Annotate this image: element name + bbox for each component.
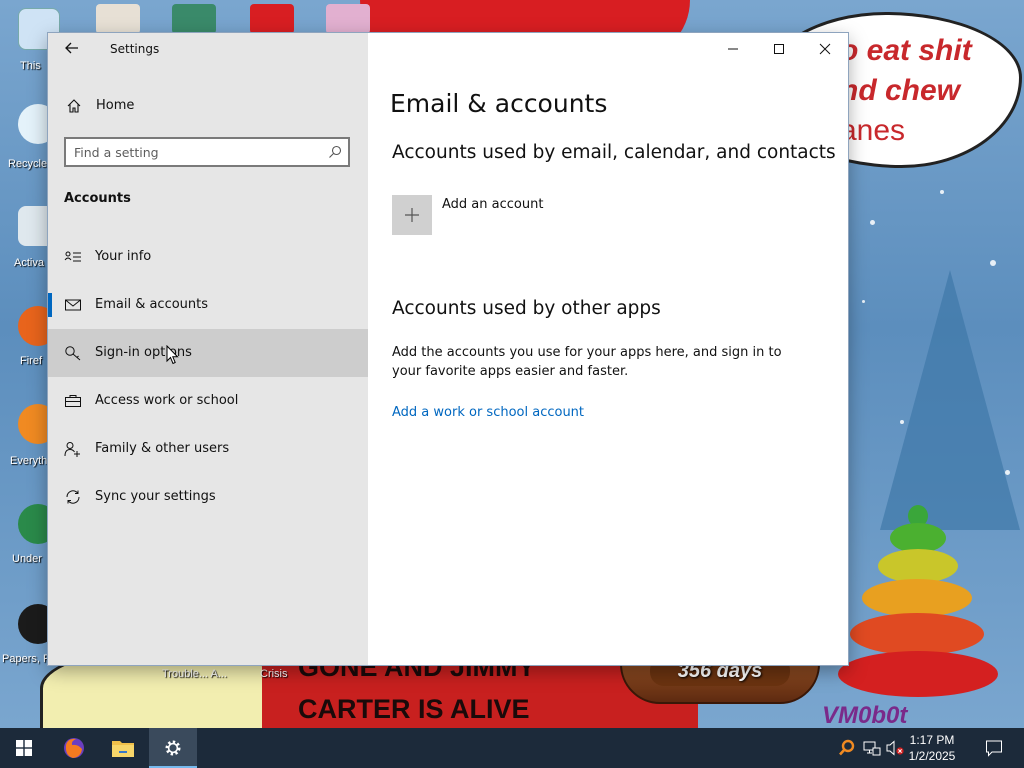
sidebar-item-email-accounts[interactable]: Email & accounts bbox=[48, 281, 368, 329]
other-apps-description: Add the accounts you use for your apps h… bbox=[392, 345, 782, 379]
watermark-text: VM0b0t bbox=[822, 702, 908, 728]
home-icon bbox=[67, 99, 81, 113]
navigation-pane: Settings Home Accounts Your info bbox=[48, 33, 368, 665]
sidebar-item-label: Email & accounts bbox=[95, 297, 209, 312]
windows-logo-icon bbox=[16, 740, 32, 756]
nav-home[interactable]: Home bbox=[48, 89, 368, 123]
sync-icon bbox=[66, 490, 80, 504]
network-icon[interactable] bbox=[863, 740, 881, 756]
sidebar-item-family-users[interactable]: Family & other users bbox=[48, 425, 368, 473]
firefox-icon bbox=[64, 738, 84, 758]
key-icon bbox=[65, 346, 81, 361]
search-box[interactable] bbox=[64, 137, 350, 167]
content-pane: Email & accounts Accounts used by email,… bbox=[368, 33, 848, 665]
desktop-shortcut-icon[interactable] bbox=[172, 4, 216, 34]
sidebar-item-your-info[interactable]: Your info bbox=[48, 233, 368, 281]
action-center-button[interactable] bbox=[970, 728, 1018, 768]
section-label-accounts: Accounts bbox=[64, 191, 131, 206]
add-account-button[interactable] bbox=[392, 195, 432, 235]
sidebar-item-label: Your info bbox=[95, 249, 152, 264]
snowflake bbox=[870, 220, 875, 225]
desktop-icon-label: Firef bbox=[20, 355, 42, 367]
speech-line-2: nd chew bbox=[840, 74, 961, 107]
sidebar-item-access-work-school[interactable]: Access work or school bbox=[48, 377, 368, 425]
desktop-shortcut-icon[interactable] bbox=[326, 4, 370, 34]
snowflake bbox=[940, 190, 944, 194]
taskbar-file-explorer[interactable] bbox=[99, 728, 147, 768]
sidebar-item-label: Family & other users bbox=[95, 441, 230, 456]
search-icon[interactable] bbox=[328, 145, 342, 159]
taskbar-settings[interactable] bbox=[149, 728, 197, 768]
sidebar-item-sync-settings[interactable]: Sync your settings bbox=[48, 473, 368, 521]
snowflake bbox=[862, 300, 865, 303]
speech-line-3: anes bbox=[840, 114, 906, 147]
banner-line-2: CARTER IS ALIVE bbox=[298, 694, 530, 724]
speech-line-1: o eat shit bbox=[840, 34, 972, 67]
contact-card-icon bbox=[64, 251, 81, 262]
nav-home-label: Home bbox=[96, 98, 135, 113]
taskbar-firefox[interactable] bbox=[50, 728, 98, 768]
back-button[interactable] bbox=[60, 38, 84, 58]
desktop-icon-label: Trouble... A... bbox=[162, 668, 228, 680]
start-button[interactable] bbox=[0, 728, 48, 768]
section-heading-other-apps: Accounts used by other apps bbox=[392, 298, 661, 319]
mail-icon bbox=[65, 299, 81, 311]
notification-icon bbox=[986, 740, 1002, 757]
clock-time: 1:17 PM bbox=[909, 733, 955, 747]
wallpaper-pine-tree bbox=[880, 270, 1020, 530]
christmas-tree-icon bbox=[838, 505, 998, 705]
desktop-shortcut-icon[interactable] bbox=[96, 4, 140, 34]
add-work-school-link[interactable]: Add a work or school account bbox=[392, 405, 584, 420]
add-account-label[interactable]: Add an account bbox=[442, 197, 543, 212]
desktop-icon-label: This bbox=[20, 60, 41, 72]
desktop-shortcut-icon[interactable] bbox=[250, 4, 294, 34]
desktop-icon-label: Recycle bbox=[8, 158, 48, 170]
snowflake bbox=[1005, 470, 1010, 475]
desktop-icon-label: Crisis bbox=[260, 668, 288, 680]
window-title: Settings bbox=[110, 42, 160, 56]
sidebar-item-label: Sync your settings bbox=[95, 489, 216, 504]
mouse-cursor-icon bbox=[166, 345, 179, 365]
desktop-icon-label: Everyth bbox=[10, 455, 48, 467]
everything-tray-icon[interactable] bbox=[838, 739, 856, 757]
desktop-icon-label: Activa bbox=[14, 257, 44, 269]
sidebar-item-label: Access work or school bbox=[95, 393, 239, 408]
gear-icon bbox=[165, 740, 181, 756]
plus-icon bbox=[405, 208, 419, 222]
desktop-icon-label: Under bbox=[12, 553, 42, 565]
folder-icon bbox=[112, 741, 134, 757]
sidebar-item-sign-in-options[interactable]: Sign-in options bbox=[48, 329, 368, 377]
search-input[interactable] bbox=[74, 143, 314, 161]
taskbar: 1:17 PM 1/2/2025 bbox=[0, 728, 1024, 768]
taskbar-clock[interactable]: 1:17 PM 1/2/2025 bbox=[900, 732, 964, 764]
clock-date: 1/2/2025 bbox=[908, 749, 956, 763]
person-add-icon bbox=[64, 442, 80, 457]
back-arrow-icon bbox=[65, 42, 78, 54]
snowflake bbox=[900, 420, 904, 424]
selected-indicator bbox=[48, 293, 52, 317]
desktop-icon-label: Papers, F bbox=[2, 653, 50, 665]
page-title: Email & accounts bbox=[390, 89, 608, 118]
briefcase-icon bbox=[65, 395, 81, 407]
section-heading-email-accounts: Accounts used by email, calendar, and co… bbox=[392, 142, 836, 163]
snowflake bbox=[990, 260, 996, 266]
